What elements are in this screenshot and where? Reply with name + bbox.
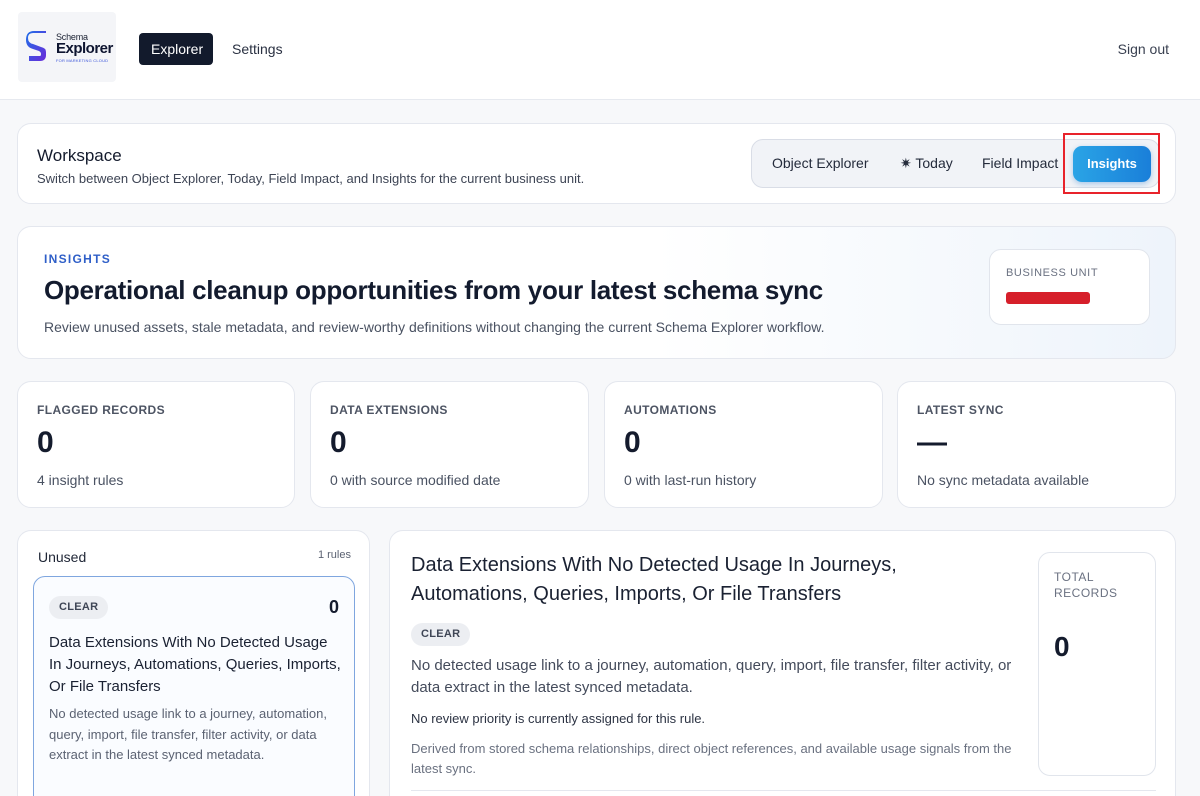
logo[interactable]: Schema Explorer FOR MARKETING CLOUD [18,12,116,82]
hero-subtitle: Review unused assets, stale metadata, an… [44,319,825,335]
stat-subtext: 0 with last-run history [624,472,757,488]
nav-settings-link[interactable]: Settings [220,33,295,65]
status-badge: CLEAR [49,596,109,619]
tab-field-impact[interactable]: Field Impact [982,140,1058,187]
stat-subtext: No sync metadata available [917,472,1089,488]
workspace-tab-group: Object Explorer ✷ Today Field Impact Ins… [751,139,1160,188]
insights-hero-card: INSIGHTS Operational cleanup opportuniti… [17,226,1176,359]
stat-card-data-extensions: DATA EXTENSIONS 0 0 with source modified… [310,381,589,508]
stat-value: — [917,426,947,459]
rules-group-count: 1 rules [317,549,351,561]
status-badge: CLEAR [411,623,471,646]
rules-group-title: Unused [38,549,87,565]
detail-description: No detected usage link to a journey, aut… [411,657,1012,696]
stat-label: LATEST SYNC [917,403,1004,417]
hero-title: Operational cleanup opportunities from y… [44,275,823,305]
rules-list-card: Unused 1 rules CLEAR 0 Data Extensions W… [17,530,370,796]
rule-description: No detected usage link to a journey, aut… [49,706,327,762]
stat-label: DATA EXTENSIONS [330,403,448,417]
total-records-value: 0 [1054,631,1070,662]
stat-value: 0 [330,426,347,459]
stat-value: 0 [624,426,641,459]
rule-detail-card: Data Extensions With No Detected Usage I… [389,530,1176,796]
workspace-title: Workspace [37,146,122,165]
tab-object-explorer[interactable]: Object Explorer [772,140,868,187]
rule-list-item[interactable]: CLEAR 0 Data Extensions With No Detected… [33,576,355,796]
nav-explorer-button[interactable]: Explorer [139,33,213,65]
divider [411,790,1156,791]
business-unit-card: BUSINESS UNIT [redacted] [989,249,1150,325]
business-unit-label: BUSINESS UNIT [1006,267,1099,279]
business-unit-value-redacted: [redacted] [1006,292,1090,304]
stat-card-automations: AUTOMATIONS 0 0 with last-run history [604,381,883,508]
total-records-label: TOTAL RECORDS [1054,570,1118,600]
rule-record-count: 0 [328,597,339,617]
stat-label: FLAGGED RECORDS [37,403,166,417]
stat-card-flagged-records: FLAGGED RECORDS 0 4 insight rules [17,381,295,508]
stat-label: AUTOMATIONS [624,403,717,417]
top-bar: Schema Explorer FOR MARKETING CLOUD Expl… [0,0,1200,100]
tab-today[interactable]: ✷ Today [900,140,953,187]
logo-text-big: Explorer [56,40,113,57]
logo-tagline: FOR MARKETING CLOUD [56,58,109,63]
stat-card-latest-sync: LATEST SYNC — No sync metadata available [897,381,1176,508]
rule-title: Data Extensions With No Detected Usage I… [49,634,341,695]
stat-value: 0 [37,426,54,459]
schema-s-logo-icon [26,31,46,61]
hero-eyebrow: INSIGHTS [44,252,112,266]
detail-derived-note: Derived from stored schema relationships… [411,741,1012,776]
sign-out-link[interactable]: Sign out [1118,41,1169,57]
detail-priority: No review priority is currently assigned… [411,711,706,726]
stat-subtext: 4 insight rules [37,472,124,488]
detail-title: Data Extensions With No Detected Usage I… [411,554,897,605]
stat-subtext: 0 with source modified date [330,472,501,488]
workspace-subtitle: Switch between Object Explorer, Today, F… [37,171,585,186]
tab-insights[interactable]: Insights [1073,146,1151,182]
workspace-card: Workspace Switch between Object Explorer… [17,123,1176,204]
total-records-card: TOTAL RECORDS 0 [1038,552,1156,776]
